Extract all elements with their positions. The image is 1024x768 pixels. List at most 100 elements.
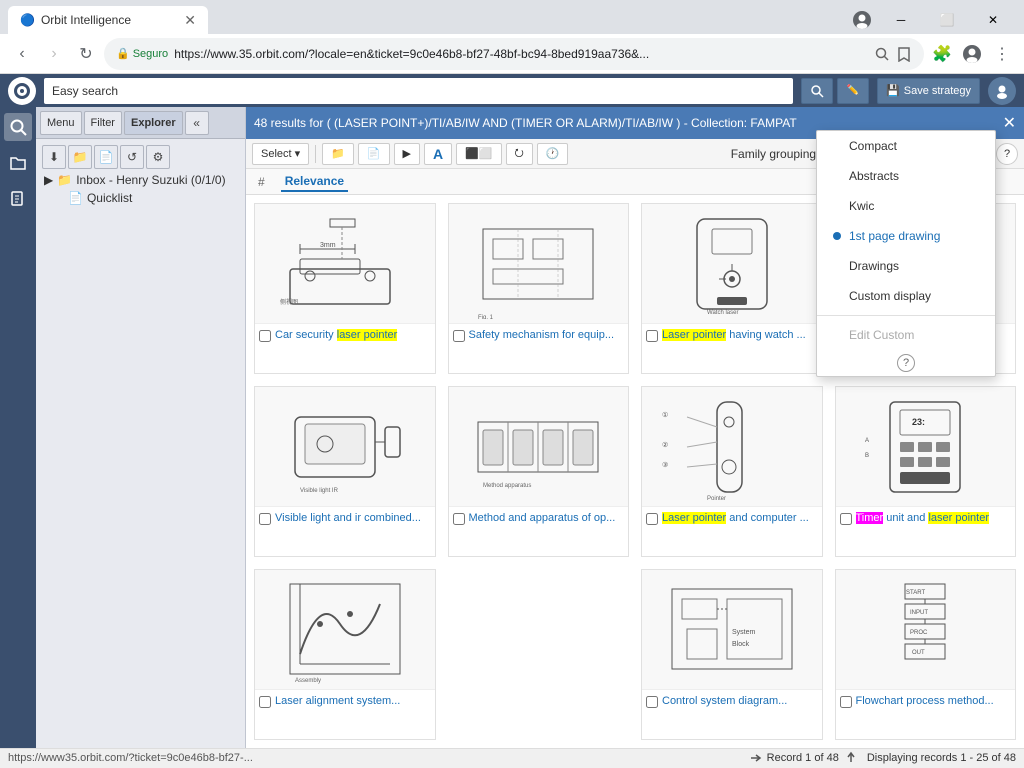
card-checkbox[interactable] <box>453 330 465 342</box>
close-button[interactable]: ✕ <box>970 6 1016 34</box>
search-execute-button[interactable] <box>801 78 833 104</box>
dropdown-drawings[interactable]: Drawings <box>817 251 995 281</box>
card-checkbox[interactable] <box>840 696 852 708</box>
card-footer: Laser pointer and computer ... <box>642 507 822 537</box>
card-checkbox[interactable] <box>259 696 271 708</box>
card-checkbox[interactable] <box>646 330 658 342</box>
sidebar-action-3[interactable]: 📄 <box>94 145 118 169</box>
card-checkbox[interactable] <box>453 513 465 525</box>
card-checkbox[interactable] <box>646 513 658 525</box>
minimize-button[interactable]: ─ <box>878 6 924 34</box>
card-image: System Block <box>642 570 822 690</box>
card-title-7[interactable]: Laser pointer and computer ... <box>662 511 809 525</box>
card-title-9[interactable]: Laser alignment system... <box>275 694 400 708</box>
dropdown-abstracts[interactable]: Abstracts <box>817 161 995 191</box>
card-checkbox[interactable] <box>646 696 658 708</box>
maximize-button[interactable]: ⬜ <box>924 6 970 34</box>
action-btn-3[interactable]: ▶ <box>394 143 420 165</box>
result-card[interactable]: Method apparatus Method and apparatus of… <box>448 386 630 557</box>
card-title-6[interactable]: Method and apparatus of op... <box>469 511 616 525</box>
dropdown-custom-display[interactable]: Custom display <box>817 281 995 311</box>
svg-text:①: ① <box>662 411 668 419</box>
profile-button[interactable] <box>958 40 986 68</box>
user-profile-button[interactable] <box>988 77 1016 105</box>
sort-hash[interactable]: # <box>254 173 269 191</box>
menu-dots-button[interactable]: ⋮ <box>988 40 1016 68</box>
sort-relevance[interactable]: Relevance <box>281 172 348 192</box>
sidebar-action-4[interactable]: ↺ <box>120 145 144 169</box>
extensions-button[interactable]: 🧩 <box>928 40 956 68</box>
dropdown-compact[interactable]: Compact <box>817 131 995 161</box>
card-image: Visible light IR <box>255 387 435 507</box>
action-btn-2[interactable]: 📄 <box>358 143 390 165</box>
folder-action-button[interactable]: 📁 <box>322 143 354 165</box>
folder-nav-icon[interactable] <box>4 149 32 177</box>
result-card[interactable]: ① ② ③ Pointer Laser pointer and computer… <box>641 386 823 557</box>
svg-text:③: ③ <box>662 461 668 469</box>
card-title-2[interactable]: Safety mechanism for equip... <box>469 328 615 342</box>
dropdown-1st-page-drawing[interactable]: 1st page drawing <box>817 221 995 251</box>
filter-button[interactable]: Filter <box>84 111 122 135</box>
action-btn-7[interactable]: 🕐 <box>537 143 569 165</box>
card-footer: Laser alignment system... <box>255 690 435 720</box>
card-title-5[interactable]: Visible light and ir combined... <box>275 511 421 525</box>
sidebar-item-inbox[interactable]: ▶ 📁 Inbox - Henry Suzuki (0/1/0) <box>40 171 241 189</box>
results-close-button[interactable]: ✕ <box>1003 113 1016 133</box>
dropdown-kwic[interactable]: Kwic <box>817 191 995 221</box>
result-card[interactable]: System Block Control system diagram... <box>641 569 823 740</box>
card-checkbox[interactable] <box>259 513 271 525</box>
action-btn-6[interactable]: ⭮ <box>506 143 533 165</box>
browser-tab[interactable]: 🔵 Orbit Intelligence ✕ <box>8 6 208 34</box>
left-sidebar-icons <box>0 107 36 747</box>
reload-button[interactable]: ↻ <box>72 40 100 68</box>
status-bar: https://www35.orbit.com/?ticket=9c0e46b8… <box>0 748 1024 768</box>
profile-icon[interactable] <box>846 4 878 36</box>
back-button[interactable]: ‹ <box>8 40 36 68</box>
result-card[interactable]: Assembly Laser alignment system... <box>254 569 436 740</box>
save-strategy-button[interactable]: 💾 Save strategy <box>877 78 980 104</box>
sidebar-collapse-button[interactable]: « <box>185 111 209 135</box>
card-image: 23: A B <box>836 387 1016 507</box>
result-card[interactable]: Visible light IR Visible light and ir co… <box>254 386 436 557</box>
card-checkbox[interactable] <box>259 330 271 342</box>
bookmark-icon <box>896 46 912 62</box>
sidebar-action-5[interactable]: ⚙ <box>146 145 170 169</box>
result-card[interactable]: START INPUT PROC OUT Flowchart process m… <box>835 569 1017 740</box>
result-card[interactable]: Fig. 1 Safety mechanism for equip... <box>448 203 630 374</box>
card-title-11[interactable]: Flowchart process method... <box>856 694 994 708</box>
help-button[interactable]: ? <box>996 143 1018 165</box>
svg-text:A: A <box>865 438 869 444</box>
menu-button[interactable]: Menu <box>40 111 82 135</box>
card-title-8[interactable]: Timer unit and laser pointer <box>856 511 990 525</box>
document-nav-icon[interactable] <box>4 185 32 213</box>
forward-button[interactable]: › <box>40 40 68 68</box>
svg-text:INPUT: INPUT <box>910 610 928 616</box>
card-checkbox[interactable] <box>840 513 852 525</box>
svg-text:START: START <box>906 590 925 596</box>
dropdown-divider <box>817 315 995 316</box>
dropdown-edit-custom[interactable]: Edit Custom <box>817 320 995 350</box>
card-title-1[interactable]: Car security laser pointer <box>275 328 397 342</box>
tab-close-button[interactable]: ✕ <box>184 12 196 29</box>
help-button-dropdown[interactable]: ? <box>897 354 915 372</box>
inbox-label: Inbox - Henry Suzuki (0/1/0) <box>76 173 225 187</box>
search-nav-icon[interactable] <box>4 113 32 141</box>
result-card[interactable]: 23: A B <box>835 386 1017 557</box>
search-options-button[interactable]: ✏️ <box>837 78 869 104</box>
svg-text:Watch laser: Watch laser <box>707 310 738 316</box>
sidebar-action-2[interactable]: 📁 <box>68 145 92 169</box>
search-input[interactable] <box>44 78 793 104</box>
select-button[interactable]: Select ▾ <box>252 143 309 165</box>
result-card[interactable]: 3mm 侧视图 Car security laser pointer <box>254 203 436 374</box>
sidebar-item-quicklist[interactable]: 📄 Quicklist <box>40 189 241 207</box>
sidebar-action-1[interactable]: ⬇ <box>42 145 66 169</box>
card-title-10[interactable]: Control system diagram... <box>662 694 787 708</box>
sidebar-content: ⬇ 📁 📄 ↺ ⚙ ▶ 📁 Inbox - Henry Suzuki (0/1/… <box>36 139 245 747</box>
action-btn-5[interactable]: ⬛⬜ <box>456 143 501 165</box>
action-btn-4[interactable]: A <box>424 143 452 165</box>
result-card[interactable]: Watch laser Laser pointer having watch .… <box>641 203 823 374</box>
card-title-3[interactable]: Laser pointer having watch ... <box>662 328 806 342</box>
folder-icon: 📁 <box>57 173 72 187</box>
url-bar[interactable]: 🔒 Seguro https://www.35.orbit.com/?local… <box>104 38 924 70</box>
explorer-button[interactable]: Explorer <box>124 111 183 135</box>
